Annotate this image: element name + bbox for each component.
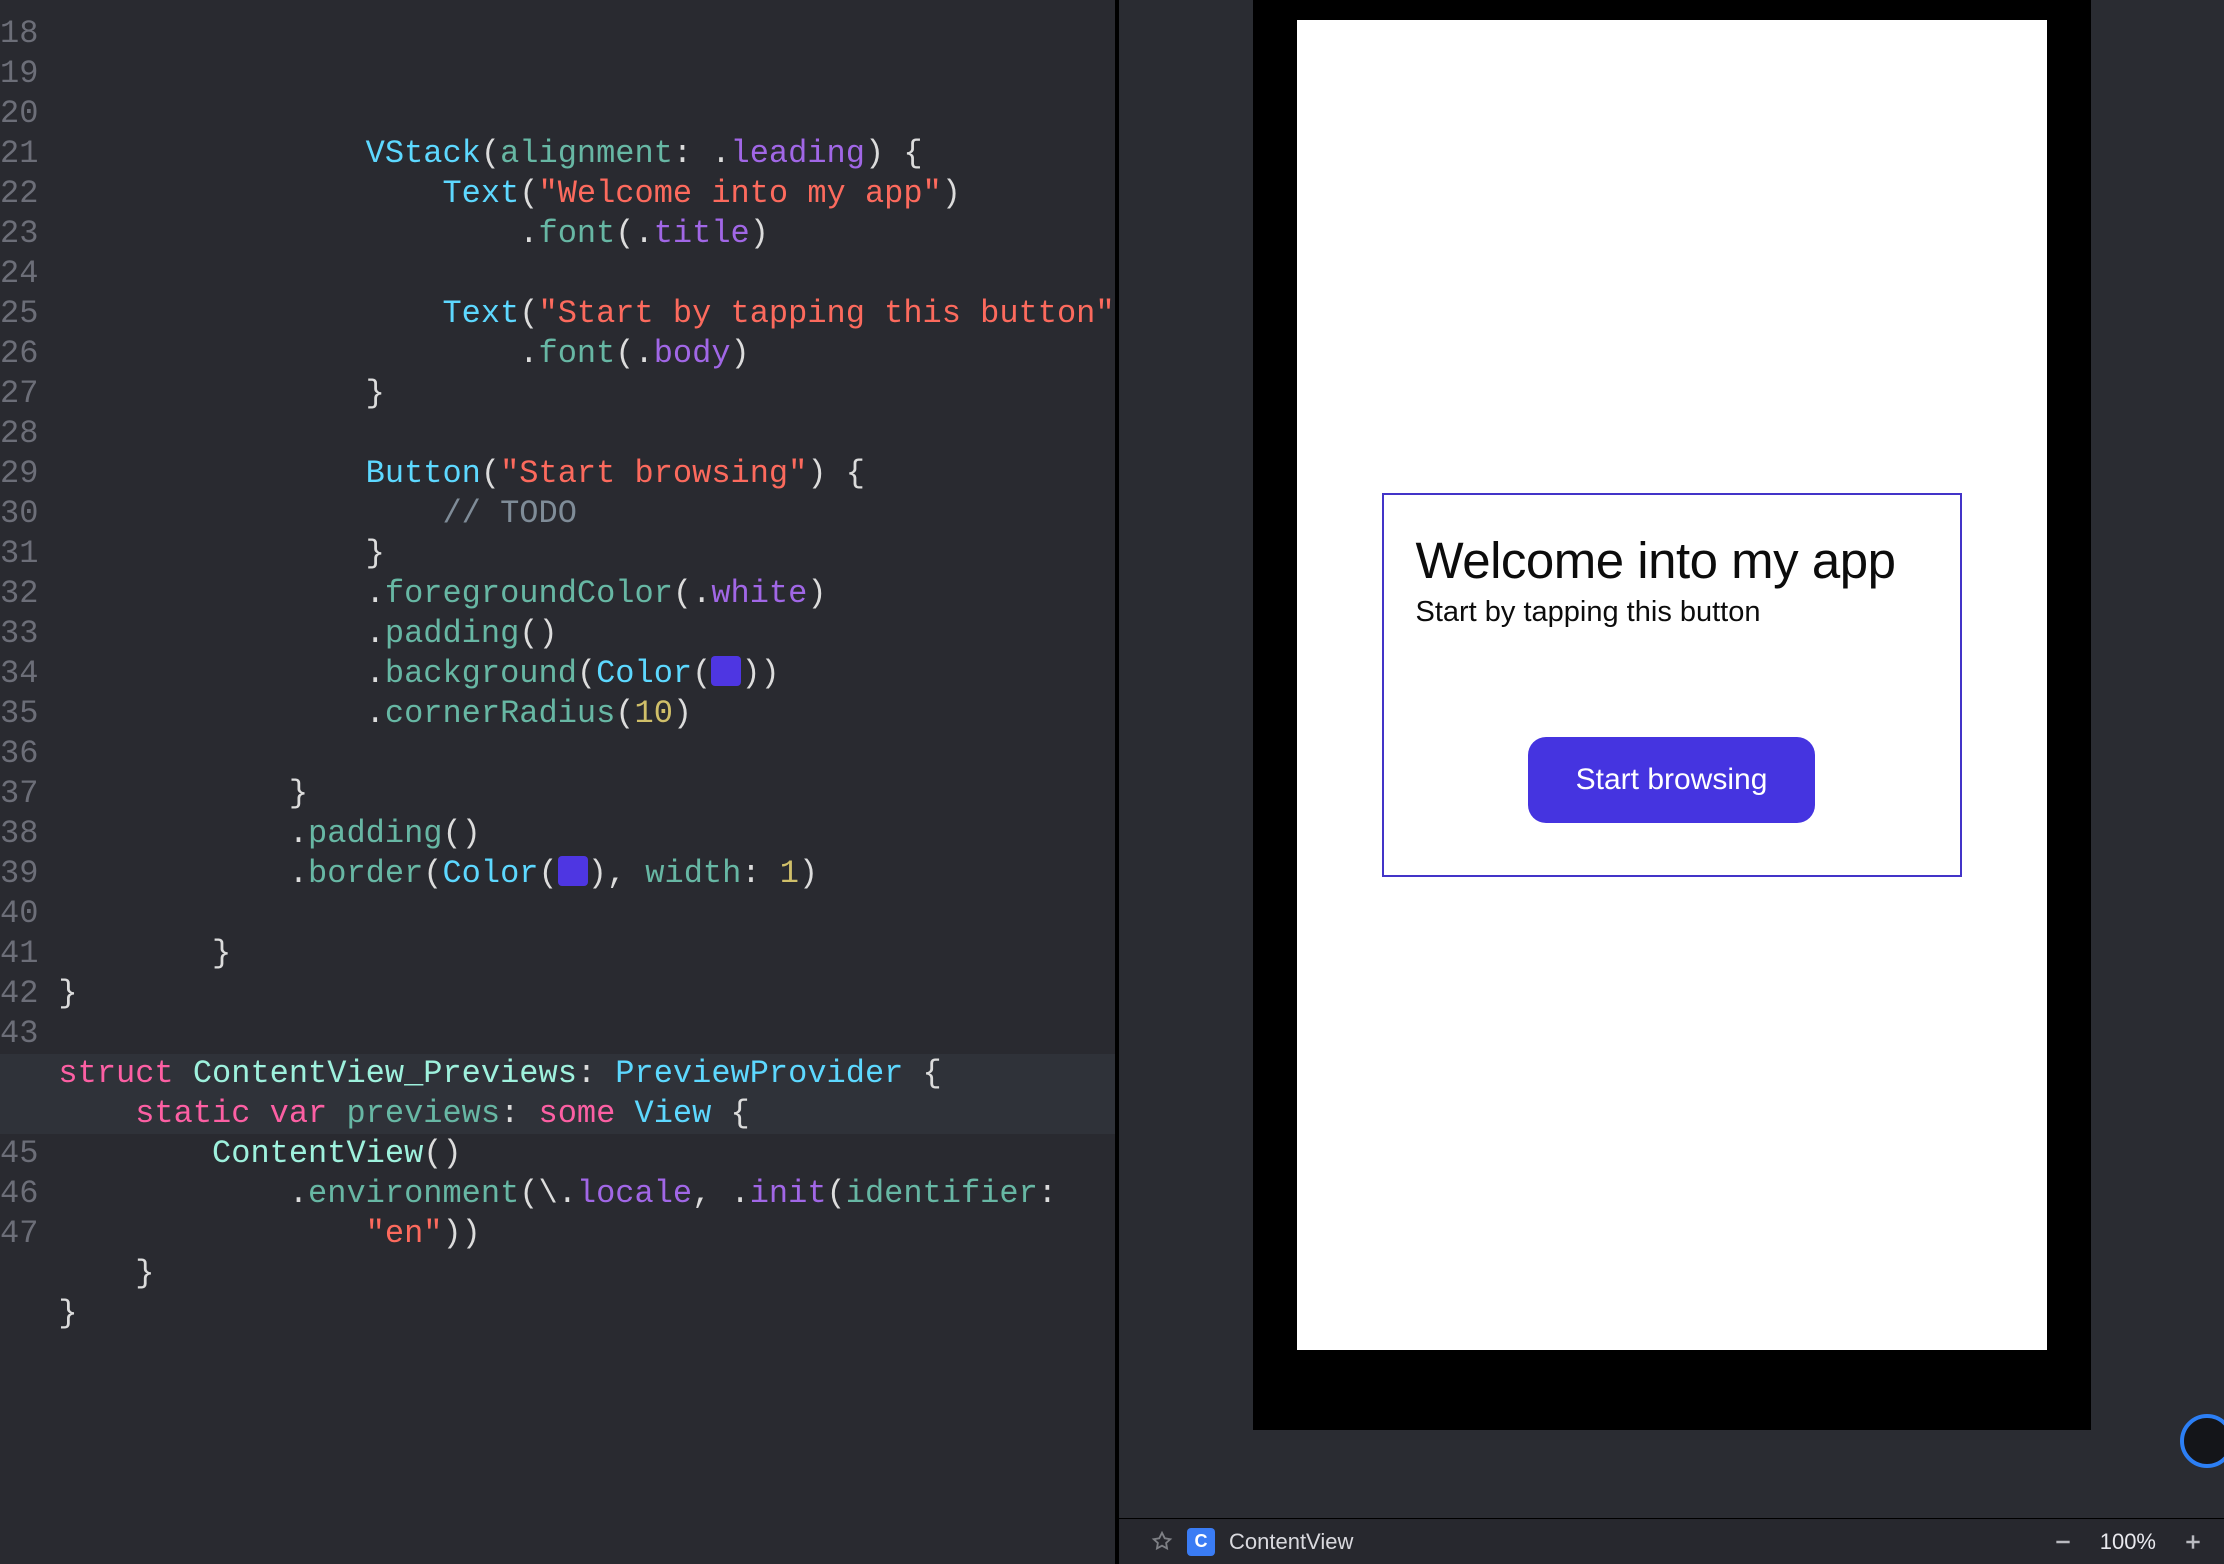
code-line[interactable]: } [58,1294,1115,1334]
code-line[interactable]: } [58,1254,1115,1294]
line-number: 31 [0,534,58,574]
code-line[interactable] [58,1014,1115,1054]
preview-canvas[interactable]: Welcome into my app Start by tapping thi… [1119,0,2224,1518]
line-number: 36 [0,734,58,774]
line-number: 19 [0,54,58,94]
preview-pane: Welcome into my app Start by tapping thi… [1119,0,2224,1564]
line-number: 26 [0,334,58,374]
start-browsing-button[interactable]: Start browsing [1528,737,1816,823]
line-number-gutter: 1819202122232425262728293031323334353637… [0,0,58,1564]
line-number: 32 [0,574,58,614]
line-number: 46 [0,1174,58,1214]
code-line[interactable]: .environment(\.locale, .init(identifier:… [58,1174,1115,1254]
preview-footer: C ContentView 100% [1119,1518,2224,1564]
code-line[interactable]: Text("Start by tapping this button") [58,294,1115,334]
card-subtitle: Start by tapping this button [1416,596,1761,629]
pin-icon[interactable] [1151,1531,1173,1553]
code-area[interactable]: VStack(alignment: .leading) { Text("Welc… [58,0,1115,1564]
code-line[interactable]: static var previews: some View { [58,1094,1115,1134]
code-editor[interactable]: 1819202122232425262728293031323334353637… [0,0,1115,1564]
device-frame: Welcome into my app Start by tapping thi… [1253,0,2091,1430]
content-card: Welcome into my app Start by tapping thi… [1382,493,1962,877]
line-number: 42 [0,974,58,1014]
code-line[interactable] [58,414,1115,454]
zoom-level: 100% [2094,1529,2162,1555]
line-number: 33 [0,614,58,654]
preview-view-name: ContentView [1229,1529,1353,1555]
line-number: 38 [0,814,58,854]
code-line[interactable]: .padding() [58,814,1115,854]
code-line[interactable]: } [58,774,1115,814]
line-number: 27 [0,374,58,414]
line-number: 18 [0,14,58,54]
line-number: 43 [0,1014,58,1054]
line-number: 25 [0,294,58,334]
code-line[interactable]: } [58,534,1115,574]
code-line[interactable]: } [58,374,1115,414]
zoom-out-button[interactable] [2046,1525,2080,1559]
line-number: 45 [0,1134,58,1174]
swift-file-icon: C [1187,1528,1215,1556]
zoom-in-button[interactable] [2176,1525,2210,1559]
code-line[interactable]: struct ContentView_Previews: PreviewProv… [58,1054,1115,1094]
line-number: 40 [0,894,58,934]
line-number: 41 [0,934,58,974]
code-line[interactable]: ContentView() [58,1134,1115,1174]
code-line[interactable]: } [58,934,1115,974]
code-line[interactable]: VStack(alignment: .leading) { [58,134,1115,174]
code-line[interactable]: .foregroundColor(.white) [58,574,1115,614]
line-number: 35 [0,694,58,734]
line-number: 47 [0,1214,58,1254]
code-line[interactable]: Button("Start browsing") { [58,454,1115,494]
card-title: Welcome into my app [1416,531,1896,590]
code-line[interactable] [58,1334,1115,1374]
color-literal-swatch[interactable] [558,856,588,886]
code-line[interactable]: .font(.body) [58,334,1115,374]
code-line[interactable]: .cornerRadius(10) [58,694,1115,734]
line-number: 34 [0,654,58,694]
code-line[interactable]: .font(.title) [58,214,1115,254]
code-line[interactable]: .border(Color(), width: 1) [58,854,1115,894]
line-number: 28 [0,414,58,454]
code-line[interactable]: .background(Color()) [58,654,1115,694]
code-line[interactable]: } [58,974,1115,1014]
line-number: 21 [0,134,58,174]
code-line[interactable]: .padding() [58,614,1115,654]
code-line[interactable] [58,894,1115,934]
line-number: 37 [0,774,58,814]
preview-refresh-button[interactable] [2180,1414,2224,1468]
code-line[interactable] [58,254,1115,294]
line-number: 24 [0,254,58,294]
line-number: 29 [0,454,58,494]
line-number: 39 [0,854,58,894]
code-line[interactable]: // TODO [58,494,1115,534]
line-number: 23 [0,214,58,254]
code-line[interactable] [58,734,1115,774]
line-number: 20 [0,94,58,134]
line-number: 30 [0,494,58,534]
device-screen: Welcome into my app Start by tapping thi… [1297,20,2047,1350]
code-line[interactable]: Text("Welcome into my app") [58,174,1115,214]
color-literal-swatch[interactable] [711,656,741,686]
line-number: 22 [0,174,58,214]
